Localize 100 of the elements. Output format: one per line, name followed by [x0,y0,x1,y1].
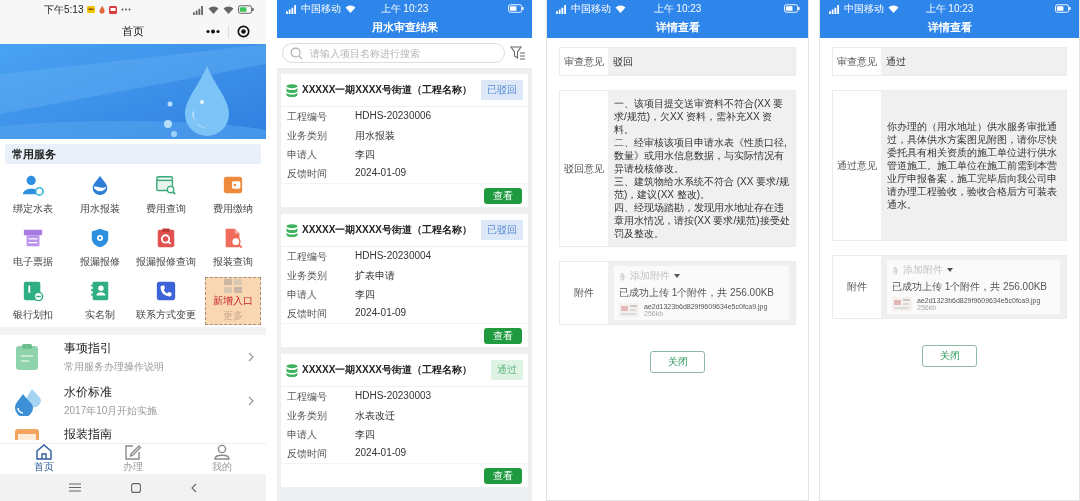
wifi-icon [223,5,234,15]
wifi-icon [208,5,219,15]
field-label: 申请人 [287,287,318,302]
field-label: 申请人 [287,147,318,162]
app-icon [109,5,118,14]
field-value: 2024-01-09 [355,446,407,460]
menu-icon[interactable] [69,483,81,492]
back-icon[interactable] [191,482,197,493]
database-icon [286,223,298,237]
carrier-name: 中国移动 [301,1,341,16]
grid-icon [223,278,242,293]
chevron-icon [248,352,254,362]
signal-icon [555,3,567,14]
field-label: 业务类别 [287,408,328,423]
status-time: 下午5:13 [44,2,84,17]
field-value: 李四 [355,147,375,162]
service-item[interactable]: 电子票据 [13,226,54,269]
field-label: 反馈时间 [287,446,328,461]
field-value: 李四 [355,287,375,302]
opinion-text: 二、经审核该项目申请水表《性质口径,数量》或用水信息数据，与实际情况有异请校核修改。 [614,136,788,175]
battery-icon [1055,4,1071,13]
phone-icon [155,279,178,302]
user-icon [212,444,231,460]
field-label: 业务类别 [287,128,328,143]
wifi-icon [615,4,626,13]
more-icon [121,8,132,12]
card-icon [22,279,45,302]
upload-summary: 已成功上传 1个附件，共 256.00KB [892,280,1048,294]
close-button[interactable]: 关闭 [922,345,977,367]
paperclip-icon [892,265,899,275]
project-title: XXXXX一期XXXX号街道（工程名称） [302,363,474,377]
view-button[interactable]: 查看 [484,187,522,204]
contact-book-icon [88,279,111,302]
service-item[interactable]: 报漏报修查询 [136,226,197,269]
field-label: 工程编号 [287,249,328,264]
flame-icon [99,5,106,14]
field-value: 扩表申请 [355,268,395,283]
service-item[interactable]: 用水报装 [79,173,120,216]
field-label: 反馈时间 [287,306,328,321]
status-time: 上午 10:23 [925,1,974,16]
battery-icon [784,4,800,13]
target-icon[interactable] [237,25,250,39]
opinion-text: 三、建筑物给水系统不符合 (XX 要求/规范)，建议(XX 整改)。 [614,175,790,201]
project-title: XXXXX一期XXXX号街道（工程名称） [302,83,474,97]
field-label: 反馈时间 [287,166,328,181]
battery-icon [508,4,524,13]
carrier-name: 中国移动 [571,1,611,16]
database-icon [286,363,298,377]
more-icon[interactable] [206,29,220,35]
tab[interactable]: 首页 [24,444,65,474]
caret-icon[interactable] [674,274,680,278]
signal-icon [192,4,204,15]
status-badge: 已驳回 [481,80,523,100]
field-value: 2024-01-09 [355,166,407,180]
project-title: XXXXX一期XXXX号街道（工程名称） [302,223,474,237]
service-item[interactable]: 绑定水表 [13,173,54,216]
user-icon [22,173,45,196]
service-item[interactable]: 银行划扣 [13,279,54,322]
guide-item[interactable]: 水价标准 2017年10月开始实施 [0,379,266,423]
status-time: 上午 10:23 [653,1,702,16]
guide-item[interactable]: 事项指引 常用服务办理操作说明 [0,335,266,379]
field-label: 业务类别 [287,268,328,283]
caret-icon[interactable] [947,268,953,272]
paperclip-icon [619,271,626,281]
field-value: 用水报装 [355,128,395,143]
service-item[interactable]: 报漏报修 [79,226,120,269]
database-icon [286,83,298,97]
field-value: HDHS-20230004 [355,249,432,263]
close-button[interactable]: 关闭 [650,351,705,373]
search-field[interactable]: 请输入项目名称进行搜索 [282,43,505,63]
carrier-name: 中国移动 [844,1,884,16]
view-button[interactable]: 查看 [484,467,522,484]
view-button[interactable]: 查看 [484,327,522,344]
signal-icon [828,3,840,14]
upload-summary: 已成功上传 1个附件，共 256.00KB [619,286,775,300]
field-value: 驳回 [608,48,795,75]
edit-icon [124,444,142,460]
service-item[interactable]: 报装查询 [212,226,253,269]
service-item[interactable]: 联系方式变更 [136,279,197,322]
home-icon [35,444,54,460]
page-title: 详情查看 [926,20,973,35]
field-value: HDHS-20230006 [355,109,432,123]
service-item[interactable]: 费用缴纳 [212,173,253,216]
field-label: 工程编号 [287,389,328,404]
status-badge: 已驳回 [481,220,523,240]
field-value: 李四 [355,427,375,442]
square-icon[interactable] [131,482,141,493]
service-item[interactable]: 费用查询 [146,173,187,216]
status-badge: 通过 [491,360,523,380]
field-value: 2024-01-09 [355,306,407,320]
field-value: 通过 [881,48,1066,75]
signal-icon [285,3,297,14]
wifi-icon [888,4,899,13]
page-title: 详情查看 [654,20,701,35]
wifi-icon [345,4,356,13]
page-title: 首页 [122,24,144,40]
search-icon [290,47,303,60]
filter-icon[interactable] [510,45,526,61]
service-item[interactable]: 实名制 [84,279,115,322]
message-icon [87,6,96,14]
